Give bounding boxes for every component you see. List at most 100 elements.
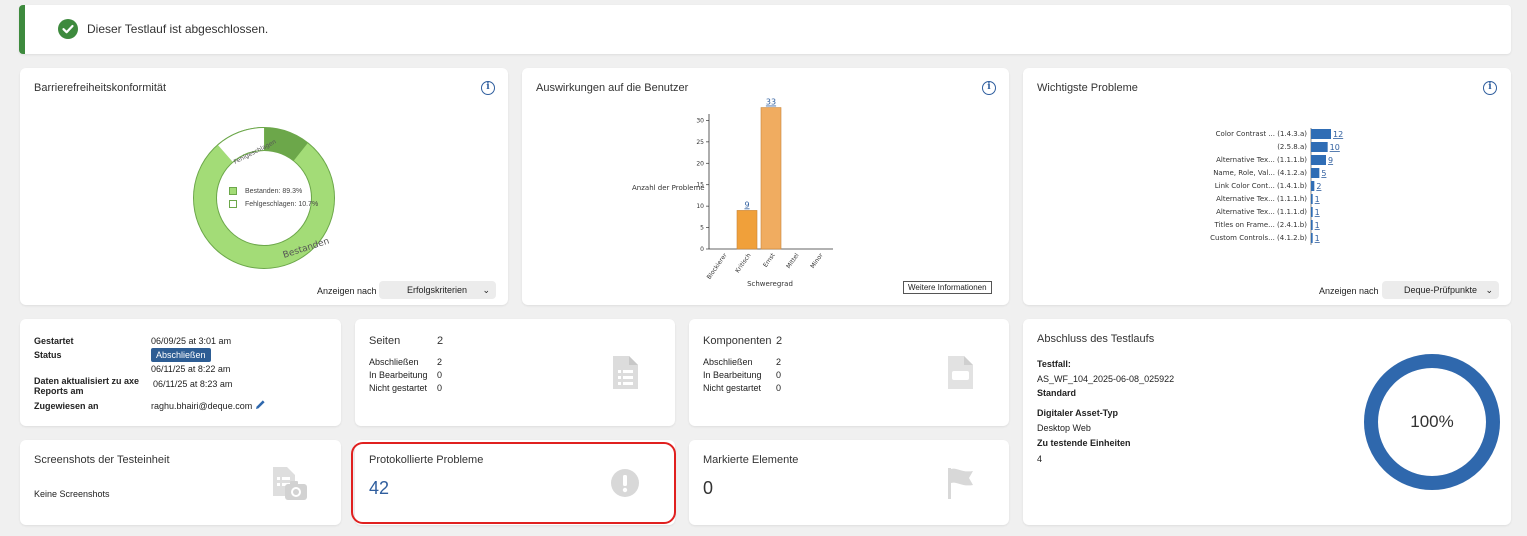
more-info-button[interactable]: Weitere Informationen: [903, 281, 992, 294]
x-tick-label: Ernst: [762, 252, 777, 269]
updated-label: Daten aktualisiert zu axe Reports am: [34, 376, 139, 396]
show-by-value: Erfolgskriterien: [407, 285, 468, 295]
issue-bar[interactable]: [1311, 233, 1313, 243]
screenshot-file-icon: [273, 467, 307, 500]
units-label: Zu testende Einheiten: [1037, 438, 1131, 448]
impact-bar[interactable]: [760, 107, 782, 250]
components-row-label: Abschließen: [703, 357, 753, 367]
chevron-down-icon: ⌄: [482, 285, 490, 295]
issue-category-label: Link Color Cont... (1.4.1.b): [1215, 182, 1308, 190]
show-by-value: Deque-Prüfpunkte: [1404, 285, 1478, 295]
banner-message: Dieser Testlauf ist abgeschlossen.: [87, 22, 269, 36]
issue-value-label[interactable]: 1: [1315, 195, 1320, 204]
issue-bar[interactable]: [1311, 181, 1315, 191]
issue-value-label[interactable]: 12: [1333, 130, 1343, 139]
screenshots-title: Screenshots der Testeinheit: [34, 454, 170, 466]
show-by-label: Anzeigen nach: [317, 286, 377, 296]
pages-row-value: 0: [437, 370, 443, 380]
y-tick-label: 10: [696, 203, 704, 210]
x-axis-label: Schweregrad: [747, 280, 793, 288]
impact-chart: 051015202530Blockierer9Kritisch33Ernst Mi…: [632, 98, 833, 288]
issue-value-label[interactable]: 1: [1315, 221, 1320, 230]
completion-banner: Dieser Testlauf ist abgeschlossen.: [19, 5, 1511, 54]
started-value: 06/09/25 at 3:01 am: [151, 336, 232, 346]
components-row-value: 0: [776, 383, 782, 393]
show-by-label: Anzeigen nach: [1319, 286, 1379, 296]
started-label: Gestartet: [34, 336, 74, 346]
screenshots-card: Screenshots der Testeinheit Keine Screen…: [20, 440, 341, 525]
pages-row-value: 0: [437, 383, 443, 393]
issue-bar[interactable]: [1311, 155, 1326, 165]
flagged-card[interactable]: Markierte Elemente 0: [689, 440, 1009, 525]
info-icon[interactable]: i: [1483, 81, 1497, 95]
status-label: Status: [34, 350, 62, 360]
issue-bar[interactable]: [1311, 194, 1313, 204]
pages-row-label: Abschließen: [369, 357, 419, 367]
check-circle-icon: [58, 19, 78, 39]
completion-percent: 100%: [1410, 412, 1454, 431]
details-card: Gestartet 06/09/25 at 3:01 am Status Abs…: [20, 319, 341, 426]
impact-card: Auswirkungen auf die Benutzer i 0 5 10 15 20…: [522, 68, 1009, 305]
y-tick-label: 0: [700, 246, 704, 253]
components-row-label: In Bearbeitung: [703, 370, 762, 380]
issue-category-label: Alternative Tex... (1.1.1.h): [1216, 195, 1307, 203]
issue-value-label[interactable]: 1: [1315, 208, 1320, 217]
status-badge: Abschließen: [151, 348, 211, 362]
x-tick-label: Blockierer: [706, 252, 729, 281]
info-icon[interactable]: i: [481, 81, 495, 95]
updated-label-line2: Reports am: [34, 386, 84, 396]
impact-data-label[interactable]: 33: [766, 98, 776, 107]
issue-category-label: Custom Controls... (4.1.2.b): [1210, 234, 1307, 242]
impact-data-label[interactable]: 9: [744, 200, 749, 209]
issue-value-label[interactable]: 2: [1316, 182, 1321, 191]
issue-category-label: Alternative Tex... (1.1.1.d): [1216, 208, 1307, 216]
issue-value-label[interactable]: 9: [1328, 156, 1333, 165]
components-title: Komponenten: [703, 335, 772, 347]
conformance-title: Barrierefreiheitskonformität: [34, 82, 167, 94]
components-count: 2: [776, 335, 783, 347]
legend-passed-swatch: [229, 187, 237, 195]
top-issues-card: Wichtigste Probleme i Color Contrast ...…: [1023, 68, 1511, 305]
components-row-value: 0: [776, 370, 782, 380]
components-row-label: Nicht gestartet: [703, 383, 762, 393]
issue-bar[interactable]: [1311, 129, 1331, 139]
issue-value-label[interactable]: 10: [1330, 143, 1340, 152]
units-value: 4: [1037, 454, 1043, 464]
issue-value-label[interactable]: 1: [1315, 234, 1320, 243]
component-icon: [948, 356, 973, 389]
pencil-icon[interactable]: [255, 399, 266, 410]
issue-bar[interactable]: [1311, 220, 1313, 230]
testcase-standard: Standard: [1037, 388, 1077, 398]
issue-value-label[interactable]: 5: [1321, 169, 1326, 178]
top-issues-title: Wichtigste Probleme: [1037, 82, 1138, 94]
issue-bar[interactable]: [1311, 142, 1328, 152]
asset-type-label: Digitaler Asset-Typ: [1037, 408, 1119, 418]
asset-type-value: Desktop Web: [1037, 423, 1091, 433]
issue-category-label: Name, Role, Val... (4.1.2.a): [1213, 169, 1307, 177]
issue-bar[interactable]: [1311, 168, 1320, 178]
impact-bar[interactable]: [736, 210, 758, 250]
pages-row-label: Nicht gestartet: [369, 383, 428, 393]
legend-failed: Fehlgeschlagen: 10.7%: [245, 201, 319, 208]
flagged-count[interactable]: 0: [703, 478, 713, 499]
show-by-select[interactable]: Deque-Prüfpunkte ⌄: [1382, 281, 1499, 299]
testcase-label: Testfall:: [1037, 359, 1071, 369]
show-by-select[interactable]: Erfolgskriterien ⌄: [379, 281, 496, 299]
assigned-label: Zugewiesen an: [34, 401, 99, 411]
assigned-value: raghu.bhairi@deque.com: [151, 401, 253, 411]
chevron-down-icon: ⌄: [1485, 285, 1493, 295]
issue-category-label: (2.5.8.a): [1277, 143, 1307, 151]
issue-category-label: Titles on Frame... (2.4.1.b): [1214, 221, 1308, 229]
legend-failed-swatch: [229, 200, 237, 208]
conformance-donut: Fehlgeschlagen Bestanden: [193, 127, 335, 269]
components-row-value: 2: [776, 357, 782, 367]
pages-row-label: In Bearbeitung: [369, 370, 428, 380]
document-icon: [613, 356, 638, 389]
pages-title: Seiten: [369, 335, 401, 347]
issue-bar[interactable]: [1311, 207, 1313, 217]
x-tick-label: Kritisch: [734, 252, 753, 274]
y-tick-label: 25: [696, 139, 704, 146]
flag-icon: [948, 468, 973, 499]
legend-passed: Bestanden: 89.3%: [245, 188, 303, 195]
testcase-value: AS_WF_104_2025-06-08_025922: [1037, 374, 1175, 384]
